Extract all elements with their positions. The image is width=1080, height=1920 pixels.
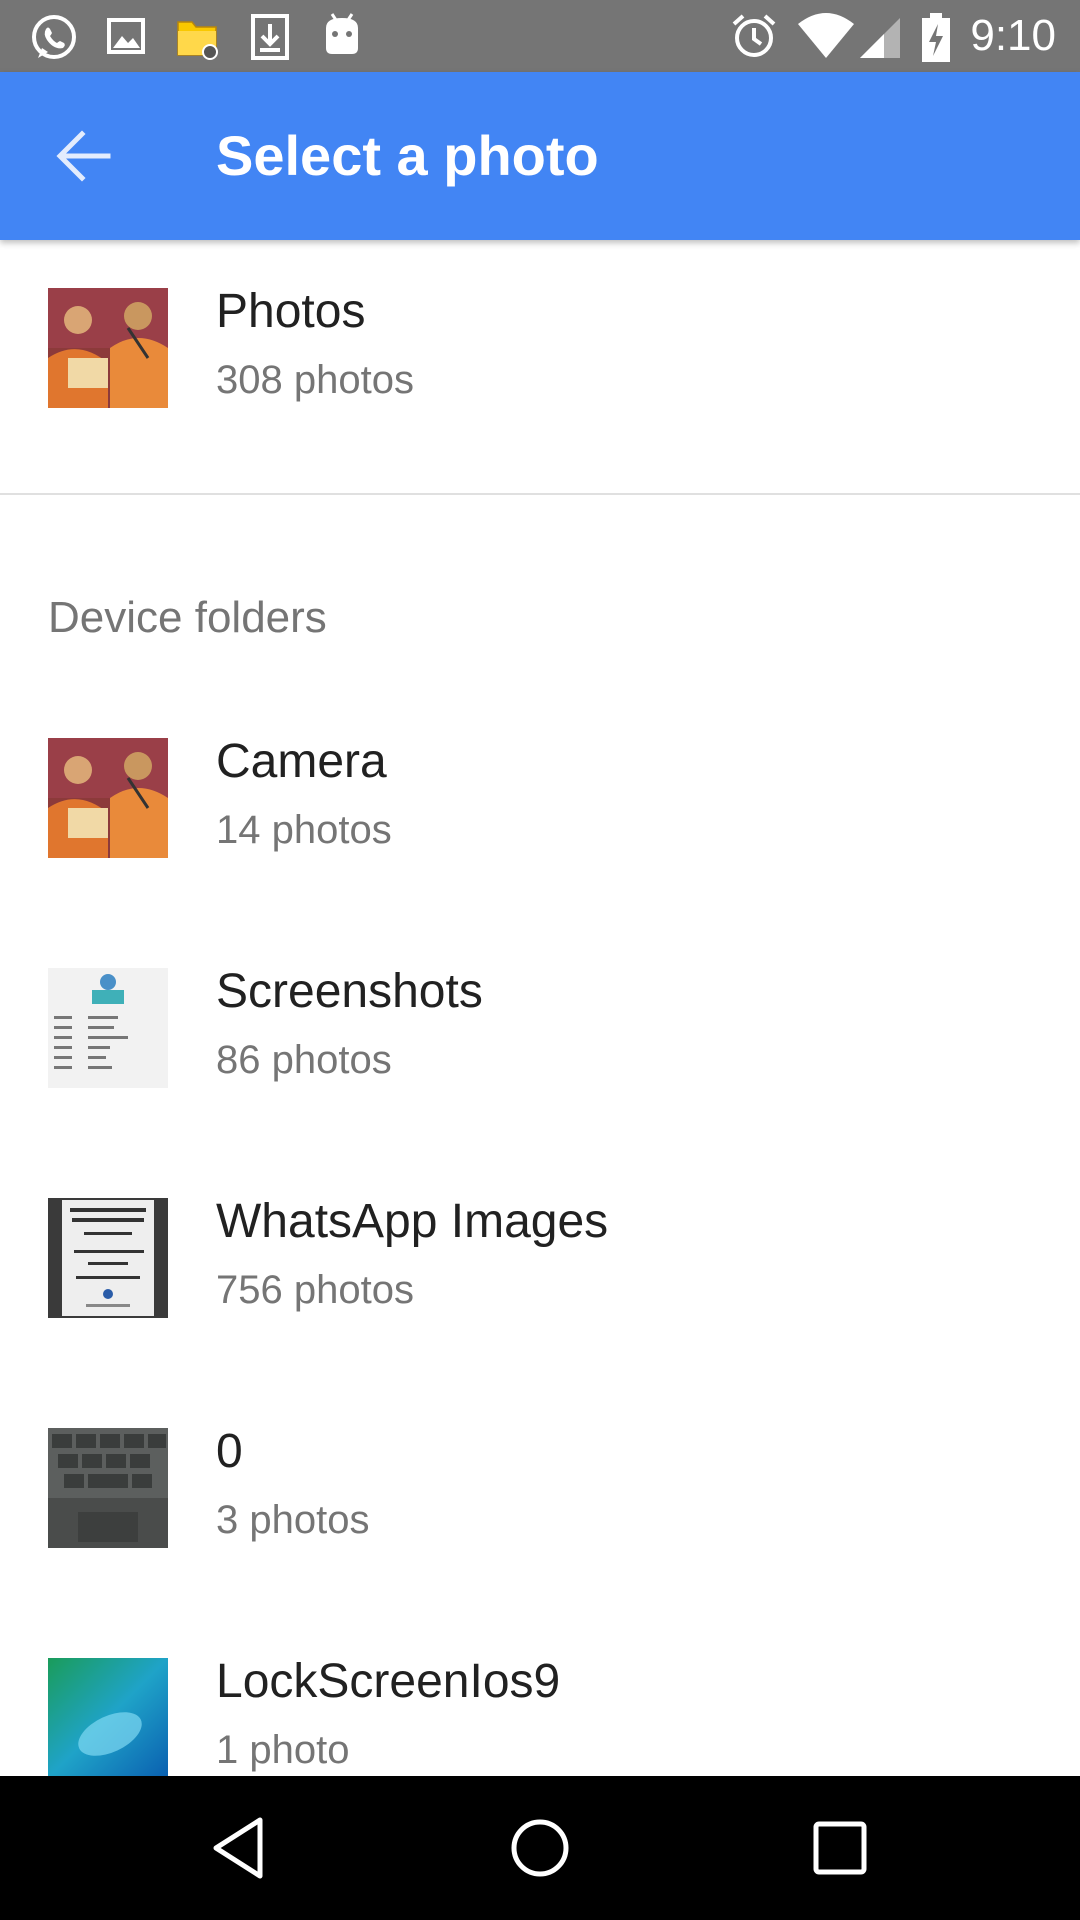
status-bar: 9:10	[0, 0, 1080, 72]
album-list[interactable]: Photos 308 photos Device folders Camera …	[0, 240, 1080, 1776]
signal-icon	[860, 18, 900, 58]
folder-title: Screenshots	[216, 965, 483, 1018]
alarm-icon	[732, 14, 776, 57]
folder-item-screenshots[interactable]: Screenshots 86 photos	[0, 920, 1080, 1150]
folder-thumbnail	[48, 1658, 168, 1776]
album-thumbnail	[48, 288, 168, 408]
folder-item-camera[interactable]: Camera 14 photos	[0, 690, 1080, 920]
battery-charging-icon	[922, 13, 950, 62]
album-title: Photos	[216, 285, 366, 338]
recents-nav-icon[interactable]	[800, 1808, 880, 1888]
folder-title: LockScreenIos9	[216, 1655, 561, 1708]
folder-count: 756 photos	[216, 1268, 414, 1312]
arrow-back-icon[interactable]	[48, 120, 120, 192]
app-bar: Select a photo	[0, 72, 1080, 240]
folder-count: 86 photos	[216, 1038, 392, 1082]
download-icon	[251, 14, 289, 60]
android-icon	[326, 13, 358, 54]
back-nav-icon[interactable]	[200, 1808, 280, 1888]
folder-thumbnail	[48, 738, 168, 858]
folder-item-lockscreenios9[interactable]: LockScreenIos9 1 photo	[0, 1610, 1080, 1776]
folder-count: 1 photo	[216, 1728, 350, 1772]
gallery-icon	[107, 18, 145, 54]
folder-thumbnail	[48, 968, 168, 1088]
folder-title: Camera	[216, 735, 387, 788]
folder-count: 3 photos	[216, 1498, 370, 1542]
folder-title: WhatsApp Images	[216, 1195, 609, 1248]
divider	[0, 493, 1080, 495]
folder-thumbnail	[48, 1198, 168, 1318]
folder-thumbnail	[48, 1428, 168, 1548]
file-manager-icon	[177, 21, 218, 60]
home-nav-icon[interactable]	[500, 1808, 580, 1888]
wifi-icon	[798, 13, 854, 58]
folder-item-0[interactable]: 0 3 photos	[0, 1380, 1080, 1610]
album-count: 308 photos	[216, 358, 414, 402]
whatsapp-icon	[32, 15, 76, 59]
folder-count: 14 photos	[216, 808, 392, 852]
section-header: Device folders	[48, 593, 327, 642]
clock: 9:10	[970, 11, 1056, 60]
folder-item-whatsapp-images[interactable]: WhatsApp Images 756 photos	[0, 1150, 1080, 1380]
folder-title: 0	[216, 1425, 243, 1478]
album-item-photos[interactable]: Photos 308 photos	[0, 240, 1080, 470]
navigation-bar	[0, 1776, 1080, 1920]
page-title: Select a photo	[216, 124, 599, 187]
